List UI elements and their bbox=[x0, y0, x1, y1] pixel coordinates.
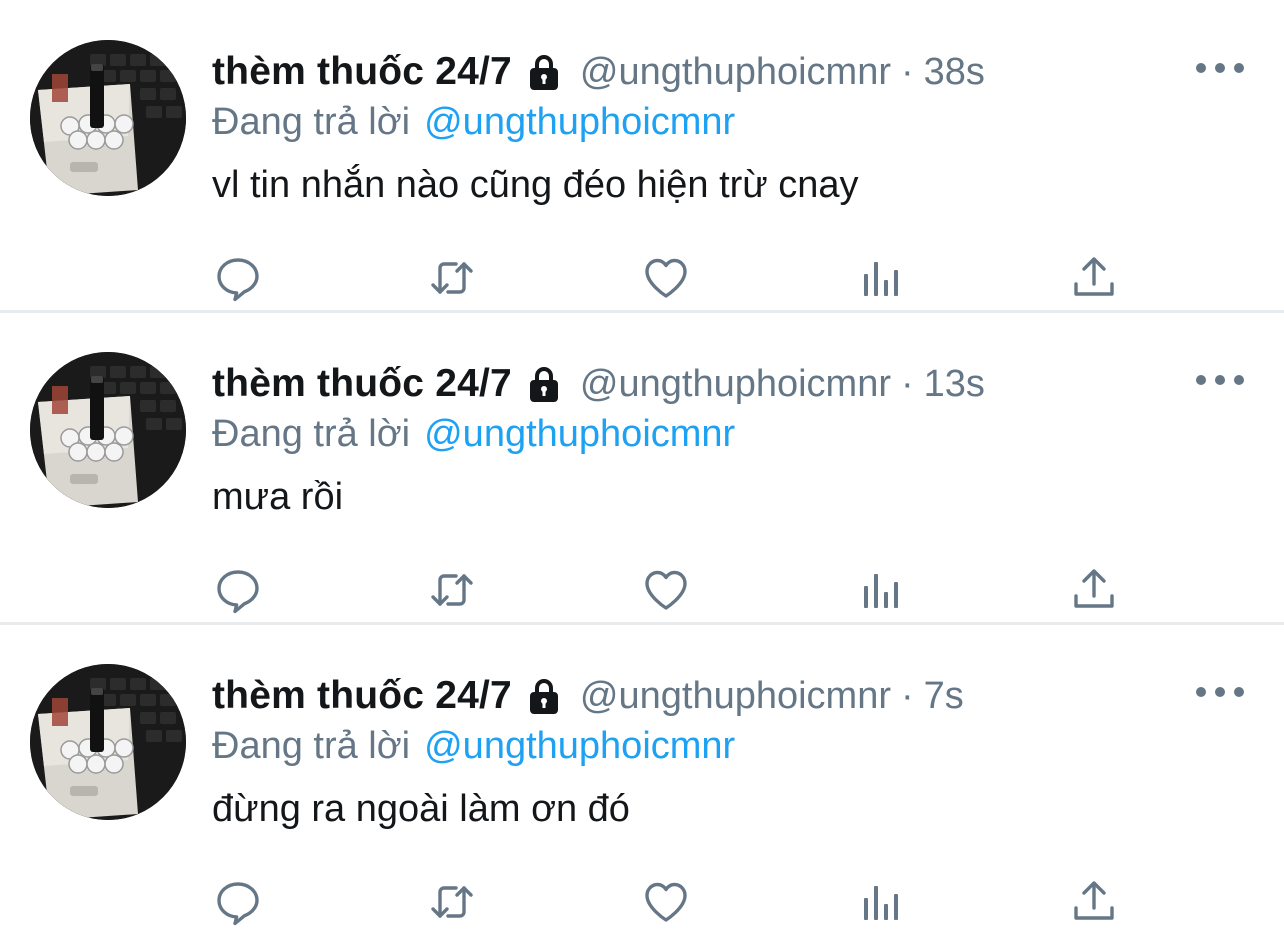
more-icon[interactable] bbox=[1196, 360, 1244, 400]
tweet-text: mưa rồi bbox=[212, 476, 344, 518]
tweet-header: thèm thuốc 24/7 @ungthuphoicmnr · 38s bbox=[212, 44, 985, 100]
reply-icon[interactable] bbox=[210, 874, 266, 930]
separator: · bbox=[901, 362, 914, 405]
retweet-icon[interactable] bbox=[424, 562, 480, 618]
lock-icon bbox=[524, 52, 564, 92]
display-name[interactable]: thèm thuốc 24/7 bbox=[212, 674, 512, 718]
replying-to-label: Đang trả lời bbox=[212, 724, 411, 767]
separator: · bbox=[901, 674, 914, 717]
share-icon[interactable] bbox=[1066, 562, 1122, 618]
timestamp[interactable]: 13s bbox=[924, 363, 985, 406]
share-icon[interactable] bbox=[1066, 874, 1122, 930]
more-icon[interactable] bbox=[1196, 48, 1244, 88]
stats-icon[interactable] bbox=[852, 562, 908, 618]
tweet[interactable]: thèm thuốc 24/7 @ungthuphoicmnr · 7s Đan… bbox=[0, 624, 1284, 936]
heart-icon[interactable] bbox=[638, 562, 694, 618]
heart-icon[interactable] bbox=[638, 874, 694, 930]
timestamp[interactable]: 7s bbox=[924, 675, 964, 718]
replying-to-label: Đang trả lời bbox=[212, 412, 411, 455]
retweet-icon[interactable] bbox=[424, 874, 480, 930]
avatar[interactable] bbox=[30, 40, 186, 196]
tweet-header: thèm thuốc 24/7 @ungthuphoicmnr · 7s bbox=[212, 668, 964, 724]
tweet-header: thèm thuốc 24/7 @ungthuphoicmnr · 13s bbox=[212, 356, 985, 412]
username[interactable]: @ungthuphoicmnr bbox=[580, 363, 891, 406]
replying-to-mention[interactable]: @ungthuphoicmnr bbox=[424, 725, 735, 768]
replying-to-mention[interactable]: @ungthuphoicmnr bbox=[424, 101, 735, 144]
tweet-text: đừng ra ngoài làm ơn đó bbox=[212, 788, 630, 830]
tweet-actions bbox=[0, 562, 1284, 622]
username[interactable]: @ungthuphoicmnr bbox=[580, 675, 891, 718]
display-name[interactable]: thèm thuốc 24/7 bbox=[212, 50, 512, 94]
replying-to-mention[interactable]: @ungthuphoicmnr bbox=[424, 413, 735, 456]
avatar[interactable] bbox=[30, 352, 186, 508]
tweet-actions bbox=[0, 250, 1284, 310]
tweet[interactable]: thèm thuốc 24/7 @ungthuphoicmnr · 13s Đa… bbox=[0, 312, 1284, 625]
tweet[interactable]: thèm thuốc 24/7 @ungthuphoicmnr · 38s Đa… bbox=[0, 0, 1284, 313]
avatar[interactable] bbox=[30, 664, 186, 820]
share-icon[interactable] bbox=[1066, 250, 1122, 306]
lock-icon bbox=[524, 364, 564, 404]
username[interactable]: @ungthuphoicmnr bbox=[580, 51, 891, 94]
retweet-icon[interactable] bbox=[424, 250, 480, 306]
replying-to: Đang trả lời @ungthuphoicmnr bbox=[212, 720, 735, 772]
timestamp[interactable]: 38s bbox=[924, 51, 985, 94]
tweet-actions bbox=[0, 874, 1284, 934]
stats-icon[interactable] bbox=[852, 874, 908, 930]
stats-icon[interactable] bbox=[852, 250, 908, 306]
display-name[interactable]: thèm thuốc 24/7 bbox=[212, 362, 512, 406]
tweet-text: vl tin nhắn nào cũng đéo hiện trừ cnay bbox=[212, 164, 859, 206]
separator: · bbox=[901, 50, 914, 93]
replying-to: Đang trả lời @ungthuphoicmnr bbox=[212, 96, 735, 148]
tweet-feed: thèm thuốc 24/7 @ungthuphoicmnr · 38s Đa… bbox=[0, 0, 1284, 936]
replying-to-label: Đang trả lời bbox=[212, 100, 411, 143]
lock-icon bbox=[524, 676, 564, 716]
reply-icon[interactable] bbox=[210, 250, 266, 306]
more-icon[interactable] bbox=[1196, 672, 1244, 712]
reply-icon[interactable] bbox=[210, 562, 266, 618]
heart-icon[interactable] bbox=[638, 250, 694, 306]
replying-to: Đang trả lời @ungthuphoicmnr bbox=[212, 408, 735, 460]
